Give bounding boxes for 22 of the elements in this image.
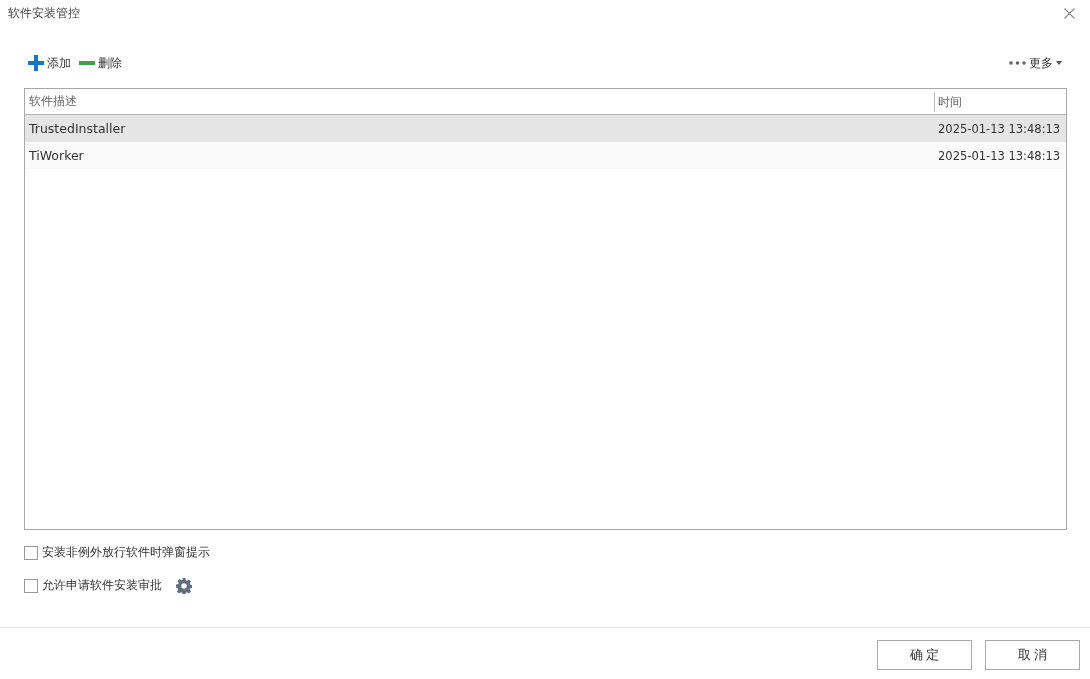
close-icon[interactable] xyxy=(1064,7,1075,19)
column-header[interactable]: 时间 xyxy=(934,91,1066,112)
column-header[interactable]: 软件描述 xyxy=(25,93,934,110)
table-row[interactable]: TrustedInstaller 2025-01-13 13:48:13 xyxy=(25,115,1066,142)
settings-icon[interactable] xyxy=(176,577,192,594)
minus-icon xyxy=(79,61,95,65)
caret-icon xyxy=(1056,61,1062,65)
checkbox[interactable]: 安装非例外放行软件时弹窗提示 xyxy=(24,544,210,561)
table-cell-text: 2025-01-13 13:48:13 xyxy=(937,147,1062,164)
checkbox[interactable]: 允许申请软件安装审批 xyxy=(24,577,162,594)
add-button[interactable]: 添加 xyxy=(28,54,71,72)
dialog-button[interactable]: 取 消 xyxy=(985,640,1080,670)
plus-icon xyxy=(28,55,44,71)
table-cell-text: 2025-01-13 13:48:13 xyxy=(937,120,1062,137)
delete-button[interactable]: 删除 xyxy=(79,54,122,72)
dialog-button[interactable]: 确 定 xyxy=(877,640,972,670)
table-cell-text: TrustedInstaller xyxy=(28,120,127,137)
more-menu-button[interactable]: 更多 xyxy=(1009,54,1062,72)
table-cell-text: TiWorker xyxy=(28,147,85,164)
more-icon xyxy=(1009,61,1026,65)
table-row[interactable]: TiWorker 2025-01-13 13:48:13 xyxy=(25,142,1066,169)
window-title: 软件安装管控 xyxy=(8,4,80,22)
